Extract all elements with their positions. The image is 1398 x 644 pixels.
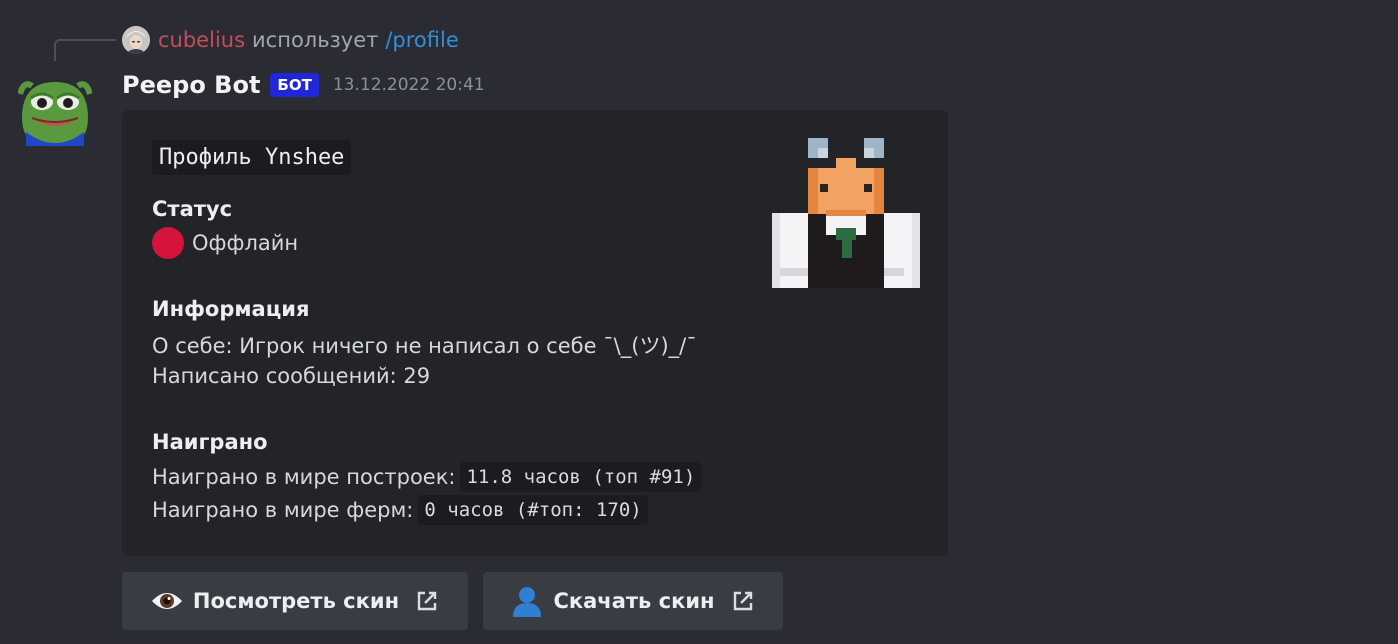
reply-connector-line (54, 39, 116, 61)
peepo-avatar-icon (17, 74, 93, 148)
eye-icon (151, 590, 183, 612)
slash-command[interactable]: /profile (385, 28, 458, 52)
build-world-played: Наиграно в мире построек: 11.8 часов (то… (152, 462, 702, 492)
reply-username[interactable]: cubelius (158, 28, 245, 52)
download-skin-button[interactable]: Скачать скин (483, 572, 783, 630)
build-world-label: Наиграно в мире построек: (152, 465, 456, 489)
profile-embed: Профиль Ynshee Статус Оффлайн Информация… (122, 110, 948, 556)
offline-status-icon (152, 227, 184, 259)
minecraft-skin-icon (772, 138, 920, 288)
user-avatar[interactable] (122, 26, 150, 54)
farm-world-label: Наиграно в мире ферм: (152, 498, 414, 522)
view-skin-label: Посмотреть скин (192, 589, 400, 613)
messages-count: Написано сообщений: 29 (152, 364, 431, 388)
skin-thumbnail[interactable] (772, 138, 920, 288)
status-value: Оффлайн (192, 231, 299, 255)
bot-name[interactable]: Peepo Bot (122, 71, 260, 99)
status-heading: Статус (152, 197, 233, 221)
view-skin-button[interactable]: Посмотреть скин (122, 572, 468, 630)
bot-badge: БОТ (270, 73, 319, 97)
download-skin-label: Скачать скин (553, 589, 715, 613)
bot-avatar[interactable] (17, 74, 93, 148)
about-text: О себе: Игрок ничего не написал о себе ¯… (152, 334, 697, 358)
message-timestamp: 13.12.2022 20:41 (332, 75, 485, 95)
build-world-value: 11.8 часов (топ #91) (460, 462, 702, 492)
external-link-icon (731, 589, 755, 613)
reply-action-text: использует (252, 28, 379, 52)
command-invocation: cubelius использует /profile (122, 24, 459, 56)
info-heading: Информация (152, 297, 310, 321)
played-heading: Наиграно (152, 430, 268, 454)
embed-title: Профиль Ynshee (152, 140, 352, 175)
farm-world-value: 0 часов (#топ: 170) (418, 495, 648, 525)
external-link-icon (415, 589, 439, 613)
user-icon (511, 585, 543, 617)
message-header: Peepo Bot БОТ 13.12.2022 20:41 (122, 66, 485, 104)
status-line: Оффлайн (152, 227, 298, 259)
farm-world-played: Наиграно в мире ферм: 0 часов (#топ: 170… (152, 495, 648, 525)
